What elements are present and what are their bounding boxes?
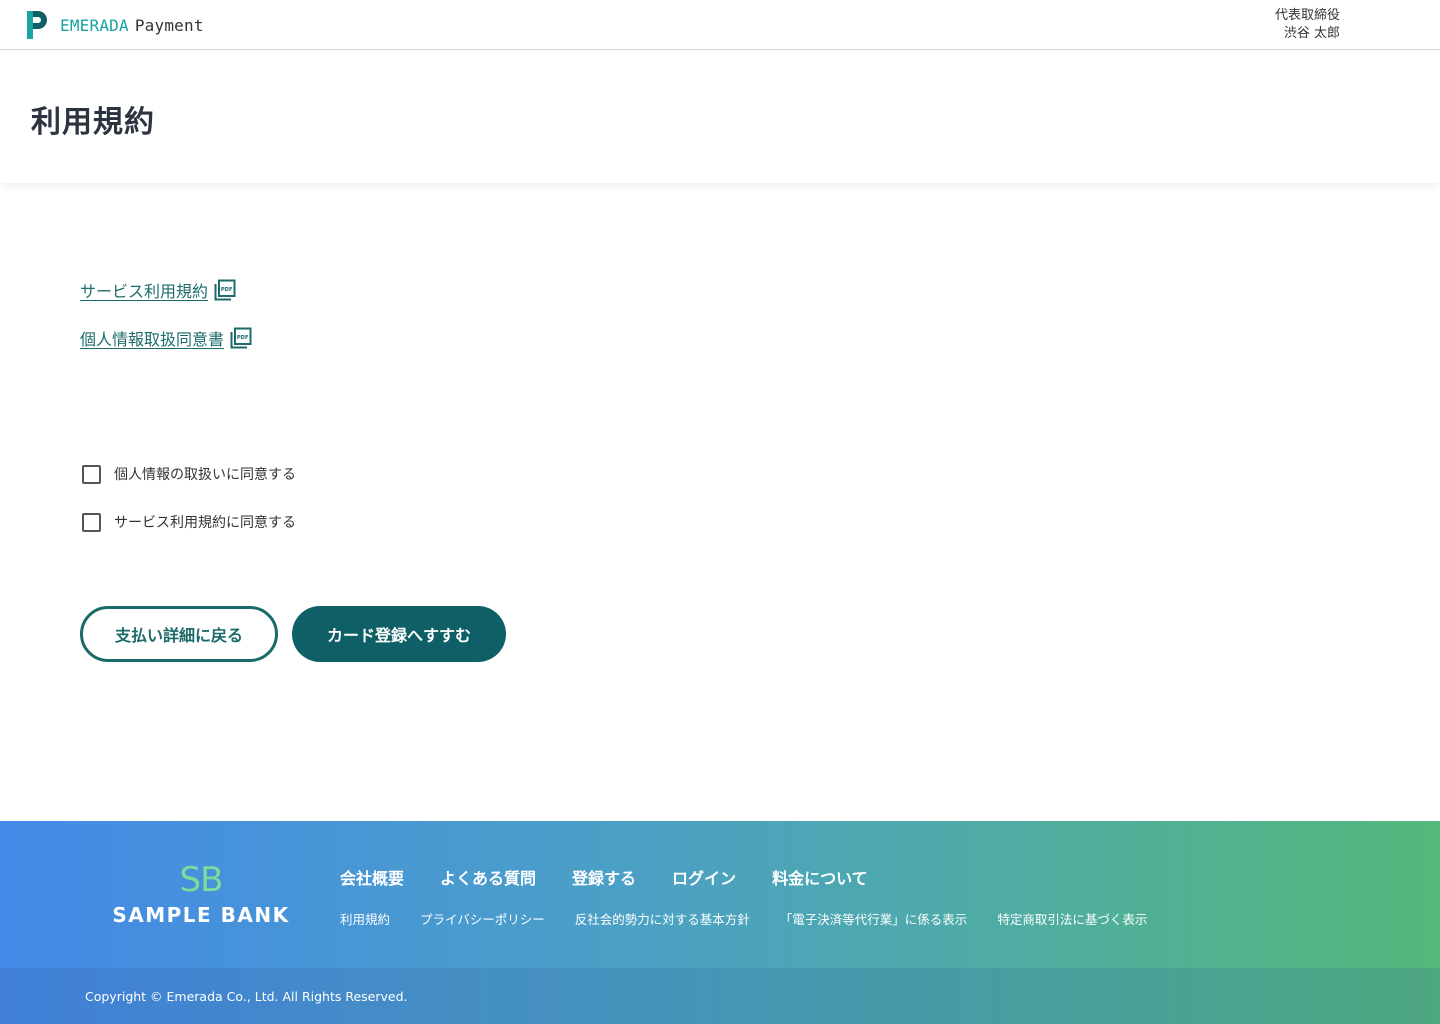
- service-terms-link[interactable]: サービス利用規約 PDF: [80, 278, 236, 302]
- footer-nav-pricing[interactable]: 料金について: [772, 865, 868, 889]
- footer-main-nav: 会社概要 よくある質問 登録する ログイン 料金について: [340, 865, 904, 889]
- footer-link-commercial-transactions[interactable]: 特定商取引法に基づく表示: [997, 909, 1147, 928]
- footer-link-antisocial-policy[interactable]: 反社会的勢力に対する基本方針: [575, 909, 750, 928]
- terms-agree-checkbox-row[interactable]: サービス利用規約に同意する: [82, 512, 296, 532]
- footer-link-terms[interactable]: 利用規約: [340, 909, 390, 928]
- sample-bank-logo[interactable]: SB SAMPLE BANK: [110, 863, 292, 927]
- emerada-logo[interactable]: EMERADA Payment: [24, 9, 204, 41]
- page-title: 利用規約: [31, 105, 155, 140]
- sb-logo-mark: SB: [179, 860, 224, 900]
- terms-agree-checkbox[interactable]: [82, 512, 101, 532]
- svg-text:PDF: PDF: [221, 287, 233, 293]
- logo-brand-text: EMERADA: [60, 15, 129, 35]
- privacy-agree-checkbox[interactable]: [82, 464, 101, 484]
- proceed-to-card-registration-button[interactable]: カード登録へすすむ: [292, 606, 506, 662]
- footer-nav-register[interactable]: 登録する: [572, 865, 636, 889]
- svg-text:PDF: PDF: [237, 335, 249, 341]
- back-to-payment-details-button[interactable]: 支払い詳細に戻る: [80, 606, 278, 662]
- privacy-agree-label: 個人情報の取扱いに同意する: [114, 467, 296, 483]
- logo-product-text: Payment: [134, 15, 204, 35]
- sb-logo-name: SAMPLE BANK: [112, 903, 290, 927]
- terms-agree-label: サービス利用規約に同意する: [114, 515, 296, 531]
- pdf-icon: PDF: [230, 327, 252, 349]
- privacy-consent-link-label: 個人情報取扱同意書: [80, 330, 225, 349]
- privacy-agree-checkbox-row[interactable]: 個人情報の取扱いに同意する: [82, 464, 296, 484]
- site-footer: SB SAMPLE BANK 会社概要 よくある質問 登録する ログイン 料金に…: [0, 821, 1440, 1024]
- user-info[interactable]: 代表取締役 渋谷 太郎: [1275, 7, 1340, 43]
- title-band: 利用規約: [0, 51, 1440, 183]
- footer-nav-company[interactable]: 会社概要: [340, 865, 404, 889]
- privacy-consent-link[interactable]: 個人情報取扱同意書 PDF: [80, 326, 252, 350]
- service-terms-link-label: サービス利用規約: [80, 282, 209, 301]
- app-header: EMERADA Payment 代表取締役 渋谷 太郎: [0, 0, 1440, 50]
- footer-nav-login[interactable]: ログイン: [672, 865, 736, 889]
- user-role: 代表取締役: [1274, 8, 1340, 23]
- user-name: 渋谷 太郎: [1283, 26, 1340, 41]
- footer-link-privacy[interactable]: プライバシーポリシー: [420, 909, 545, 928]
- footer-sub-nav: 利用規約 プライバシーポリシー 反社会的勢力に対する基本方針 「電子決済等代行業…: [340, 909, 1177, 928]
- footer-nav-faq[interactable]: よくある質問: [440, 865, 536, 889]
- copyright-text: Copyright © Emerada Co., Ltd. All Rights…: [85, 989, 408, 1004]
- footer-link-epayment-agency[interactable]: 「電子決済等代行業」に係る表示: [780, 909, 968, 928]
- emerada-p-icon: [27, 11, 47, 39]
- pdf-icon: PDF: [214, 279, 236, 301]
